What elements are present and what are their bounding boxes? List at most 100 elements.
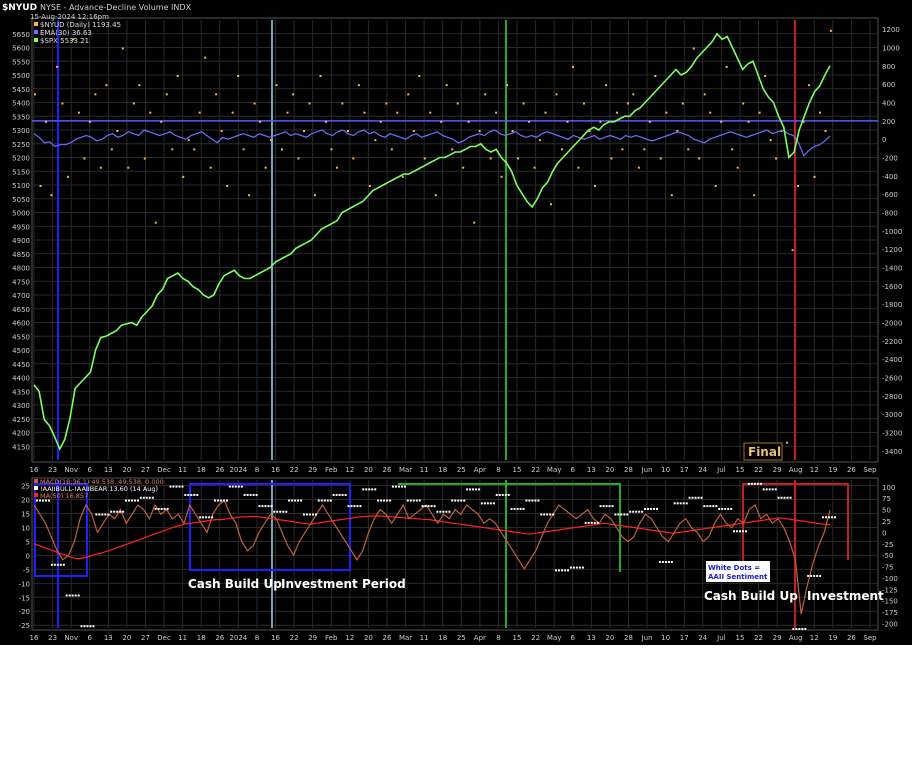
- indicator-right-tick-label: 75: [882, 495, 891, 503]
- nyud-dot: [160, 120, 163, 123]
- price-x-tick-label: 6: [571, 466, 576, 474]
- aaii-sentiment-dot: [739, 530, 742, 533]
- nyud-dot: [237, 75, 240, 77]
- aaii-sentiment-dot: [730, 507, 733, 510]
- nyud-dot: [264, 166, 267, 169]
- aaii-sentiment-dot: [587, 521, 590, 524]
- aaii-sentiment-dot: [305, 513, 308, 516]
- aaii-sentiment-dot: [338, 493, 341, 496]
- aaii-sentiment-dot: [478, 488, 481, 491]
- aaii-sentiment-dot: [362, 488, 365, 491]
- aaii-sentiment-dot: [107, 513, 110, 516]
- nyud-dot: [209, 166, 212, 169]
- price-left-tick-label: 5350: [12, 113, 30, 121]
- nyud-dot: [714, 185, 717, 187]
- nyud-dot: [522, 102, 525, 105]
- price-x-tick-label: 20: [364, 466, 373, 474]
- indicator-x-tick-label: 18: [438, 634, 447, 642]
- price-right-tick-label: -2000: [882, 320, 902, 328]
- price-left-tick-label: 4750: [12, 278, 30, 286]
- aaii-sentiment-dot: [169, 485, 172, 488]
- aaii-sentiment-dot: [92, 625, 95, 628]
- aaii-sentiment-dot: [825, 516, 827, 519]
- aaii-sentiment-dot: [445, 510, 448, 513]
- nyud-dot: [61, 102, 64, 105]
- aaii-sentiment-dot: [617, 513, 620, 516]
- indicator-x-tick-label: 22: [754, 634, 763, 642]
- price-left-tick-label: 5600: [12, 45, 30, 53]
- aaii-sentiment-dot: [804, 628, 807, 630]
- aaii-sentiment-dot: [181, 485, 184, 488]
- indicator-x-tick-label: Aug: [789, 634, 803, 642]
- indicator-x-tick-label: 15: [513, 634, 522, 642]
- nyud-dot: [720, 120, 723, 123]
- aaii-sentiment-dot: [558, 569, 561, 572]
- nyud-dot: [764, 75, 767, 77]
- indicator-x-tick-label: 22: [531, 634, 540, 642]
- aaii-sentiment-dot: [641, 510, 644, 513]
- nyud-dot: [681, 102, 684, 105]
- cash-buildup-label-2: Cash Build Up: [704, 589, 798, 603]
- price-right-tick-label: -400: [882, 173, 898, 181]
- aaii-sentiment-dot: [433, 505, 436, 508]
- nyud-dot: [819, 111, 822, 114]
- aaii-sentiment-dot: [670, 560, 673, 563]
- nyud-dot: [610, 157, 613, 160]
- indicator-right-tick-label: -125: [882, 586, 898, 594]
- aaii-sentiment-dot: [234, 485, 237, 488]
- aaii-sentiment-dot: [184, 493, 187, 496]
- price-right-tick-label: -1000: [882, 228, 902, 236]
- aaii-sentiment-dot: [753, 482, 756, 485]
- aaii-sentiment-dot: [113, 510, 116, 513]
- nyud-dot: [335, 166, 338, 169]
- nyud-dot: [50, 194, 53, 197]
- price-x-tick-label: 11: [178, 466, 187, 474]
- aaii-sentiment-dot: [706, 505, 709, 508]
- nyud-dot: [703, 93, 706, 96]
- white-dots-note: White Dots = AAII Sentiment: [708, 564, 768, 581]
- price-x-tick-label: 10: [661, 466, 670, 474]
- price-left-tick-label: 5250: [12, 141, 30, 149]
- aaii-sentiment-dot: [658, 560, 661, 563]
- nyud-dot: [643, 148, 646, 151]
- indicator-right-tick-label: 100: [882, 484, 895, 492]
- nyud-dot: [511, 130, 514, 132]
- price-x-tick-label: 25: [457, 466, 466, 474]
- aaii-sentiment-dot: [124, 499, 127, 502]
- price-left-tick-label: 4400: [12, 375, 30, 383]
- price-x-tick-label: 13: [104, 466, 113, 474]
- nyud-dot: [637, 166, 640, 169]
- aaii-sentiment-dot: [822, 516, 824, 519]
- aaii-sentiment-dot: [682, 502, 685, 505]
- aaii-sentiment-dot: [213, 499, 216, 502]
- aaii-sentiment-dot: [528, 499, 531, 502]
- header-timestamp: 15-Aug-2024 12:16pm: [30, 13, 109, 21]
- price-left-tick-label: 5500: [12, 72, 30, 80]
- aaii-sentiment-dot: [768, 488, 771, 491]
- nyud-dot: [248, 194, 251, 197]
- aaii-sentiment-dot: [664, 560, 667, 563]
- aaii-sentiment-dot: [403, 485, 406, 488]
- aaii-sentiment-dot: [222, 499, 225, 502]
- price-x-tick-label: 22: [531, 466, 540, 474]
- indicator-x-tick-label: 11: [420, 634, 429, 642]
- aaii-sentiment-dot: [762, 488, 765, 491]
- price-x-tick-label: Apr: [474, 466, 486, 474]
- aaii-sentiment-dot: [175, 485, 178, 488]
- aaii-sentiment-dot: [430, 505, 433, 508]
- price-x-tick-label: 2024: [229, 466, 247, 474]
- nyud-dot: [670, 194, 673, 197]
- price-right-tick-label: 0: [882, 136, 886, 144]
- aaii-sentiment-dot: [466, 488, 469, 491]
- aaii-sentiment-dot: [130, 499, 133, 502]
- indicator-left-tick-label: 0: [26, 552, 30, 560]
- aaii-sentiment-dot: [208, 516, 211, 519]
- indicator-right-tick-label: 0: [882, 529, 886, 537]
- nyud-dot: [797, 185, 800, 187]
- indicator-legend-swatch: [34, 493, 38, 497]
- price-right-tick-label: -600: [882, 191, 898, 199]
- aaii-sentiment-dot: [733, 530, 736, 533]
- aaii-sentiment-dot: [418, 499, 421, 502]
- nyud-dot: [582, 102, 585, 105]
- nyud-dot: [171, 148, 174, 151]
